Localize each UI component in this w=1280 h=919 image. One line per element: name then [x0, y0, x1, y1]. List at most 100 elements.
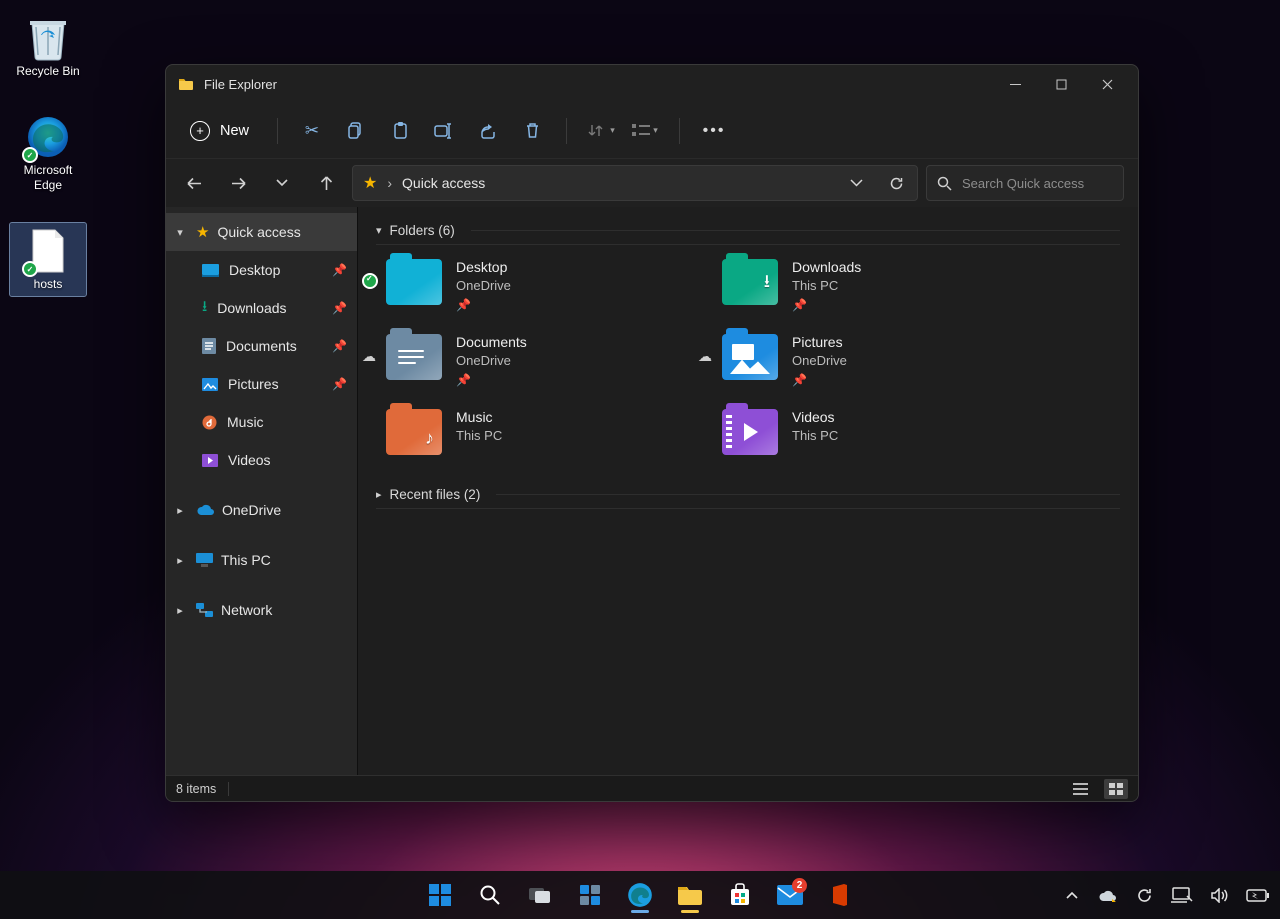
cut-button[interactable]: ✂ [290, 111, 334, 151]
desktop-icon-microsoft-edge[interactable]: Microsoft Edge [10, 109, 86, 197]
large-icons-view-button[interactable] [1104, 779, 1128, 799]
navigation-pane[interactable]: ▾ ★ Quick access Desktop 📌 ⭳Downloads📌 Do… [166, 207, 358, 775]
store-icon [728, 883, 752, 907]
file-explorer-button[interactable] [670, 875, 710, 915]
sidebar-item-music[interactable]: Music [166, 403, 357, 441]
sort-button[interactable]: ▾ [579, 111, 623, 151]
search-input[interactable] [962, 176, 1138, 191]
system-tray [1060, 871, 1272, 919]
folders-section-header[interactable]: ▾ Folders (6) [376, 219, 1120, 245]
battery-tray-icon[interactable] [1244, 875, 1272, 915]
desktop-icon-recycle-bin[interactable]: Recycle Bin [10, 10, 86, 83]
taskbar[interactable]: 2 [0, 871, 1280, 919]
copy-button[interactable] [334, 111, 378, 151]
plus-icon: + [190, 121, 210, 141]
network-icon [196, 603, 213, 617]
folder-item-documents[interactable]: ☁DocumentsOneDrive📌 [386, 334, 686, 387]
pin-icon: 📌 [332, 263, 347, 277]
recent-locations-button[interactable] [264, 165, 300, 201]
file-explorer-icon [677, 884, 703, 906]
folder-item-pictures[interactable]: ☁PicturesOneDrive📌 [722, 334, 1022, 387]
view-button[interactable]: ▾ [623, 111, 667, 151]
close-button[interactable] [1084, 65, 1130, 103]
address-dropdown[interactable] [841, 168, 871, 198]
start-button[interactable] [420, 875, 460, 915]
tray-overflow-button[interactable] [1060, 875, 1084, 915]
chevron-up-icon [1066, 891, 1078, 899]
sync-badge-icon [362, 273, 378, 289]
star-icon: ★ [196, 223, 209, 241]
folder-item-videos[interactable]: VideosThis PC [722, 409, 1022, 455]
downloads-icon: ⭳ [202, 296, 207, 321]
titlebar[interactable]: File Explorer [166, 65, 1138, 103]
sidebar-item-desktop[interactable]: Desktop 📌 [166, 251, 357, 289]
chevron-down-icon [276, 179, 288, 187]
minimize-button[interactable] [992, 65, 1038, 103]
folder-name: Desktop [456, 259, 511, 275]
battery-icon [1246, 889, 1270, 902]
sync-badge-icon [22, 261, 38, 277]
more-icon: ••• [703, 122, 726, 140]
view-icon [632, 124, 650, 137]
recent-files-section-header[interactable]: ▸ Recent files (2) [376, 483, 1120, 509]
rename-icon [434, 123, 454, 139]
refresh-button[interactable] [881, 168, 911, 198]
edge-icon [24, 113, 72, 161]
sidebar-item-pictures[interactable]: Pictures📌 [166, 365, 357, 403]
maximize-button[interactable] [1038, 65, 1084, 103]
desktop-icon-label: hosts [34, 277, 63, 292]
star-icon: ★ [363, 173, 377, 193]
sidebar-item-documents[interactable]: Documents📌 [166, 327, 357, 365]
sidebar-this-pc[interactable]: ▸This PC [166, 541, 357, 579]
edge-button[interactable] [620, 875, 660, 915]
sidebar-item-label: Desktop [229, 262, 280, 278]
scissors-icon: ✂ [305, 121, 319, 141]
paste-button[interactable] [378, 111, 422, 151]
details-view-button[interactable] [1068, 779, 1092, 799]
desktop[interactable]: Recycle Bin Microsoft Edge hosts File Ex… [0, 0, 1280, 919]
pin-icon: 📌 [332, 301, 347, 315]
widgets-button[interactable] [570, 875, 610, 915]
desktop-icon-hosts[interactable]: hosts [10, 223, 86, 296]
folder-item-music[interactable]: ♪MusicThis PC [386, 409, 686, 455]
address-bar[interactable]: ★ › Quick access [352, 165, 918, 201]
share-button[interactable] [466, 111, 510, 151]
microsoft-store-button[interactable] [720, 875, 760, 915]
folder-name: Videos [792, 409, 838, 425]
onedrive-tray-icon[interactable] [1096, 875, 1120, 915]
mail-button[interactable]: 2 [770, 875, 810, 915]
thispc-icon [196, 553, 213, 567]
sidebar-item-label: Pictures [228, 376, 279, 392]
more-button[interactable]: ••• [692, 111, 736, 151]
content-pane[interactable]: ▾ Folders (6) DesktopOneDrive📌 ⭳Downloads… [358, 207, 1138, 775]
new-button-label: New [220, 123, 249, 139]
search-box[interactable] [926, 165, 1124, 201]
sidebar-onedrive[interactable]: ▸OneDrive [166, 491, 357, 529]
folder-item-desktop[interactable]: DesktopOneDrive📌 [386, 259, 686, 312]
forward-button[interactable] [220, 165, 256, 201]
network-tray-icon[interactable] [1168, 875, 1196, 915]
desktop-icon-label: Recycle Bin [16, 64, 79, 79]
sidebar-item-videos[interactable]: Videos [166, 441, 357, 479]
section-title: Folders (6) [390, 223, 455, 238]
windows-update-tray-icon[interactable] [1132, 875, 1156, 915]
new-button[interactable]: + New [180, 113, 265, 149]
sidebar-quick-access[interactable]: ▾ ★ Quick access [166, 213, 357, 251]
office-button[interactable] [820, 875, 860, 915]
address-location[interactable]: Quick access [402, 175, 485, 191]
search-button[interactable] [470, 875, 510, 915]
folder-item-downloads[interactable]: ⭳DownloadsThis PC📌 [722, 259, 1022, 312]
volume-tray-icon[interactable] [1208, 875, 1232, 915]
videos-icon [202, 454, 218, 467]
task-view-button[interactable] [520, 875, 560, 915]
folder-location: OneDrive [792, 353, 847, 368]
rename-button[interactable] [422, 111, 466, 151]
sidebar-network[interactable]: ▸Network [166, 591, 357, 629]
back-button[interactable] [176, 165, 212, 201]
sidebar-item-label: Documents [226, 338, 297, 354]
delete-button[interactable] [510, 111, 554, 151]
chevron-right-icon: ▸ [172, 604, 188, 617]
sidebar-item-downloads[interactable]: ⭳Downloads📌 [166, 289, 357, 327]
up-button[interactable] [308, 165, 344, 201]
chevron-down-icon: ▾ [172, 226, 188, 239]
